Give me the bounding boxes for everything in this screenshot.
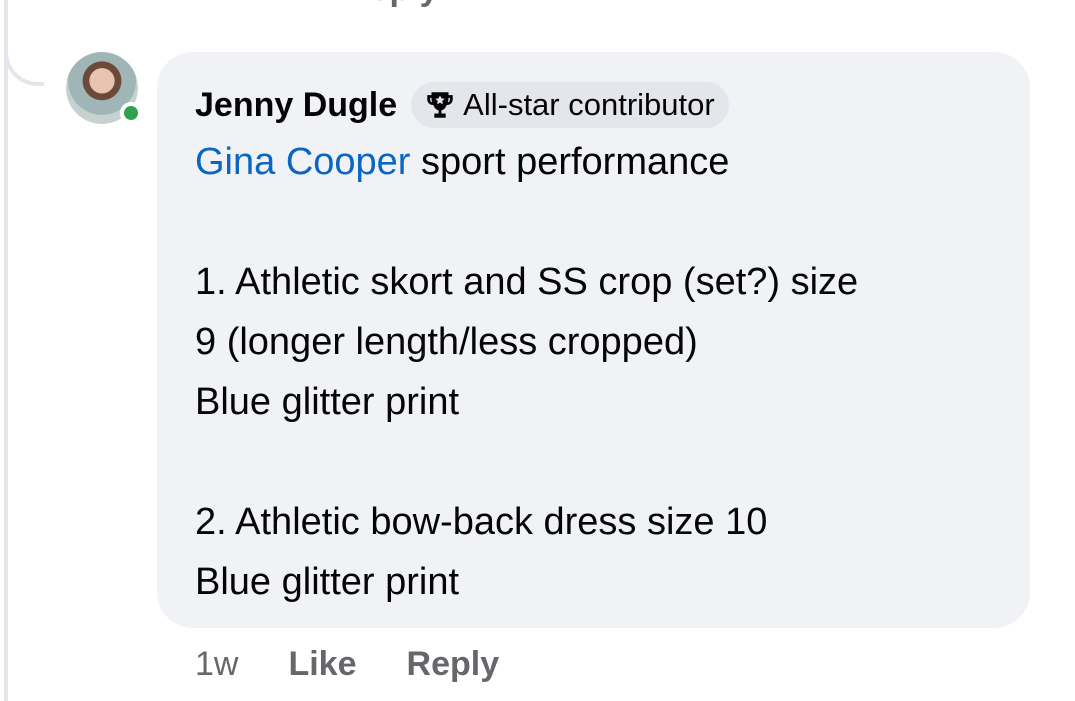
reply-button[interactable]: Reply [407, 645, 500, 684]
previous-reply-link[interactable]: Reply [346, 0, 439, 9]
badge-label: All-star contributor [463, 87, 715, 122]
contributor-badge[interactable]: All-star contributor [411, 82, 729, 128]
comment-actions: 1w Like Reply [195, 645, 549, 684]
mention-link[interactable]: Gina Cooper [195, 141, 410, 183]
author-avatar-container[interactable] [66, 52, 142, 124]
online-status-indicator [120, 102, 142, 124]
trophy-icon [427, 92, 453, 118]
comment-line: Blue glitter print [195, 381, 460, 423]
author-name[interactable]: Jenny Dugle [195, 86, 397, 125]
thread-branch-connector [4, 0, 44, 86]
comment-line: 1. Athletic skort and SS crop (set?) siz… [195, 261, 859, 303]
like-button[interactable]: Like [288, 645, 356, 684]
comment-line: Blue glitter print [195, 561, 460, 603]
comment-body: Gina Cooper sport performance 1. Athleti… [195, 132, 994, 612]
comment-line-1: Gina Cooper sport performance [195, 132, 994, 192]
comment-header: Jenny Dugle All-star contributor [195, 82, 994, 128]
comment-line: 2. Athletic bow-back dress size 10 [195, 501, 768, 543]
comment-timestamp[interactable]: 1w [195, 645, 238, 684]
comment-line: 9 (longer length/less cropped) [195, 321, 698, 363]
comment-bubble: Jenny Dugle All-star contributor Gina Co… [157, 52, 1030, 628]
comment-line-1-text: sport performance [410, 141, 730, 183]
comment-thread: Reply Jenny Dugle All-star contributor G… [0, 0, 1075, 701]
thread-connector-line [4, 0, 8, 701]
